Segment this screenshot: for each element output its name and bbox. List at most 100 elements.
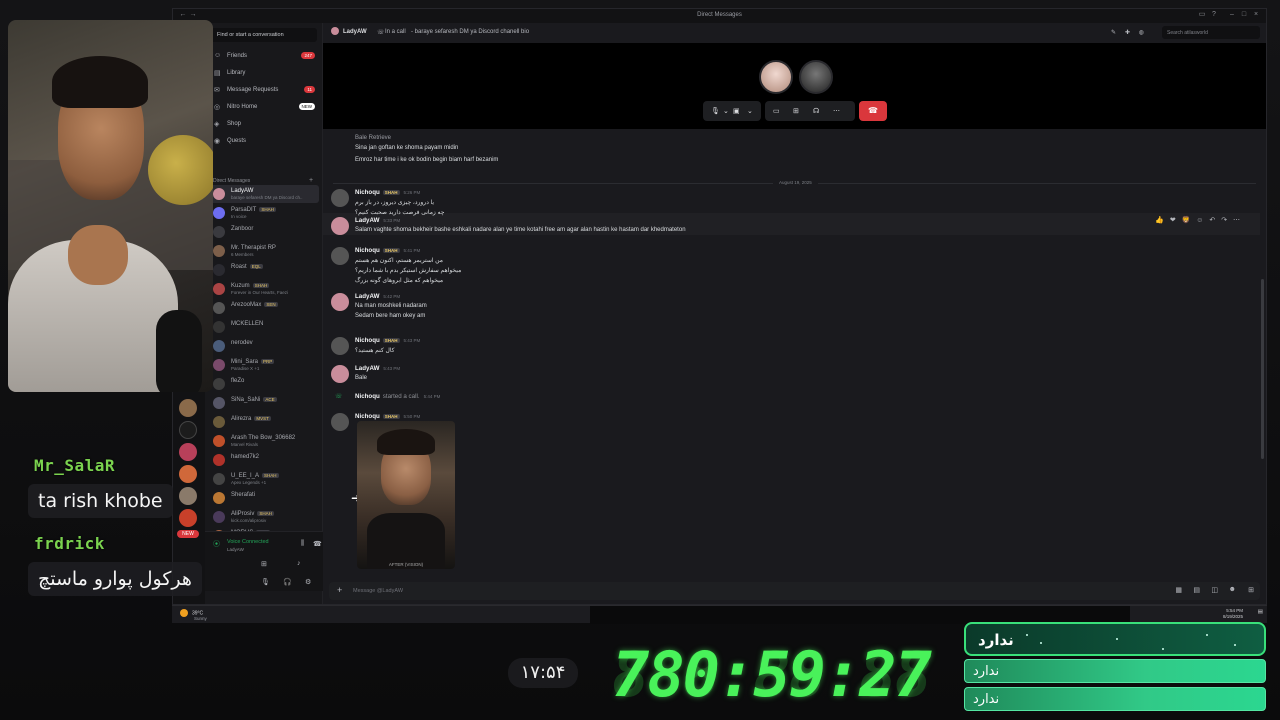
camera-off-icon[interactable]: ▣ bbox=[733, 107, 740, 115]
avatar[interactable] bbox=[331, 217, 349, 235]
mic-icon[interactable]: 🎙 bbox=[261, 578, 270, 586]
hang-up-button[interactable]: ☎ bbox=[859, 101, 887, 121]
server-icon[interactable] bbox=[179, 443, 197, 461]
dm-item[interactable]: Mini_Sara PRP Paradise X +1 bbox=[209, 356, 319, 374]
attachment-caption: AFTER (VISION) bbox=[388, 562, 424, 567]
message-author[interactable]: LadyAW 5:43 PM bbox=[355, 365, 400, 372]
dm-item[interactable]: Zanboor bbox=[209, 223, 319, 241]
dm-item[interactable]: SiNa_SaNi ACE bbox=[209, 394, 319, 412]
scrollbar[interactable] bbox=[1261, 279, 1264, 459]
nav-nitro-home[interactable]: ◎ Nitro Home NEW bbox=[209, 100, 319, 114]
window-title: Direct Messages bbox=[697, 12, 742, 18]
dm-item[interactable]: Roast EQL bbox=[209, 261, 319, 279]
server-icon[interactable] bbox=[179, 487, 197, 505]
chevron-down-icon[interactable]: ⌄ bbox=[747, 107, 753, 115]
avatar[interactable] bbox=[331, 293, 349, 311]
dm-item[interactable]: ParsaDIT SHAH In voice bbox=[209, 204, 319, 222]
screen-share-icon[interactable]: ▭ bbox=[773, 107, 780, 115]
message-composer[interactable]: + Message @LadyAW ▦ ▤ ◫ ☻ ⊞ bbox=[329, 582, 1260, 600]
dm-name-text: Mr. Therapist RP bbox=[231, 245, 276, 251]
dm-item[interactable]: Sherafati bbox=[209, 489, 319, 507]
avatar[interactable] bbox=[331, 413, 349, 431]
inbox-icon[interactable]: ▭ bbox=[1198, 11, 1206, 19]
dm-item[interactable]: LadyAW baraye sefaresh DM ya Discord ch.. bbox=[209, 185, 319, 203]
gif-icon[interactable]: ▤ bbox=[1193, 586, 1200, 594]
maximize-icon[interactable]: □ bbox=[1240, 11, 1248, 19]
dm-item[interactable]: Mr. Therapist RP 6 Members bbox=[209, 242, 319, 260]
avatar[interactable] bbox=[331, 247, 349, 265]
guild-tag: SHAH bbox=[382, 414, 400, 419]
disconnect-icon[interactable]: ☎ bbox=[313, 540, 322, 548]
dm-name: Sherafati bbox=[231, 492, 255, 498]
avatar[interactable] bbox=[331, 189, 349, 207]
dm-item[interactable]: U_EE_I_A SHAH Apex Legends +1 bbox=[209, 470, 319, 488]
avatar[interactable] bbox=[331, 365, 349, 383]
server-icon[interactable] bbox=[179, 509, 197, 527]
dm-item[interactable]: fleZo bbox=[209, 375, 319, 393]
chevron-down-icon[interactable]: ⌄ bbox=[723, 107, 729, 115]
server-icon[interactable] bbox=[179, 465, 197, 483]
message-author[interactable]: Nichoqu SHAH 5:43 PM bbox=[355, 337, 420, 344]
apps-icon[interactable]: ⊞ bbox=[1248, 586, 1254, 594]
emoji-icon[interactable]: ☻ bbox=[1229, 586, 1236, 593]
message-author[interactable]: Nichoqu started a call. 5:44 PM bbox=[355, 393, 440, 400]
noise-suppression-icon[interactable]: ⫼ bbox=[301, 540, 304, 548]
nav-shop[interactable]: ◈ Shop bbox=[209, 117, 319, 131]
message-author[interactable]: Nichoqu SHAH 5:50 PM bbox=[355, 413, 420, 420]
header-username[interactable]: LadyAW bbox=[343, 29, 367, 35]
create-dm-icon[interactable]: + bbox=[309, 177, 313, 184]
soundboard-icon[interactable]: ♪ bbox=[297, 560, 301, 567]
more-icon[interactable]: ⋯ bbox=[833, 107, 840, 115]
avatar[interactable] bbox=[331, 337, 349, 355]
server-icon[interactable] bbox=[179, 421, 197, 439]
dm-item[interactable]: Arash The Bow_306682 Marvel Rivals bbox=[209, 432, 319, 450]
settings-gear-icon[interactable]: ⚙ bbox=[305, 578, 311, 586]
mic-icon[interactable]: 🎙 bbox=[711, 107, 720, 115]
dm-name: AliProsiv SHAH bbox=[231, 511, 274, 517]
dm-item[interactable]: AliProsiv SHAH kick.com/aliprosiv bbox=[209, 508, 319, 526]
soundboard-icon[interactable]: ☊ bbox=[813, 107, 819, 115]
nav-label: Friends bbox=[227, 53, 248, 59]
search-input[interactable]: Search atilasworld bbox=[1162, 26, 1260, 39]
activities-icon[interactable]: ⊞ bbox=[261, 560, 267, 568]
activities-icon[interactable]: ⊞ bbox=[793, 107, 799, 115]
message-author[interactable]: LadyAW 5:42 PM bbox=[355, 293, 400, 300]
image-attachment[interactable]: AFTER (VISION) bbox=[357, 421, 455, 569]
photo-body bbox=[367, 513, 445, 569]
message-author[interactable]: LadyAW 5:33 PM bbox=[355, 217, 400, 224]
minimize-icon[interactable]: – bbox=[1228, 11, 1236, 19]
caller-avatar[interactable] bbox=[759, 60, 793, 94]
caller-avatar[interactable] bbox=[799, 60, 833, 94]
dm-item[interactable]: nerodev bbox=[209, 337, 319, 355]
dm-item[interactable]: Alirezra MVST bbox=[209, 413, 319, 431]
close-icon[interactable]: × bbox=[1252, 11, 1260, 19]
dm-item[interactable]: hamed7k2 bbox=[209, 451, 319, 469]
dm-item[interactable]: ArezooMax SEN bbox=[209, 299, 319, 317]
voice-channel[interactable]: LadyAW bbox=[227, 547, 244, 552]
system-clock[interactable]: 5:54 PM 8/19/2025 bbox=[1223, 608, 1243, 620]
message-author[interactable]: Nichoqu SHAH 5:26 PM bbox=[355, 189, 420, 196]
help-icon[interactable]: ? bbox=[1210, 11, 1218, 19]
weather-widget[interactable]: 39°C Sunny bbox=[180, 609, 207, 621]
nav-label: Shop bbox=[227, 121, 242, 127]
add-friend-icon[interactable]: ✚ bbox=[1125, 29, 1130, 36]
server-icon[interactable] bbox=[179, 399, 197, 417]
avatar[interactable] bbox=[331, 27, 339, 35]
nav-quests[interactable]: ◉ Quests bbox=[209, 134, 319, 148]
attach-plus-icon[interactable]: + bbox=[337, 585, 342, 595]
voice-panel: ⦿ Voice Connected LadyAW ⫼ ☎ ⊞ ♪ 🎙 🎧 ⚙ bbox=[205, 531, 323, 591]
nav-library[interactable]: ▤ Library bbox=[209, 66, 319, 80]
dm-search-input[interactable]: Find or start a conversation bbox=[211, 28, 317, 42]
notification-icon[interactable]: ▤ bbox=[1258, 609, 1263, 615]
dm-item[interactable]: MCKELLEN bbox=[209, 318, 319, 336]
dm-item[interactable]: Kuzum SHAH Forever in Our Hearts, Faezi bbox=[209, 280, 319, 298]
nav-friends[interactable]: ☺ Friends 247 bbox=[209, 49, 319, 63]
gift-icon[interactable]: ▦ bbox=[1175, 586, 1182, 594]
sticker-icon[interactable]: ◫ bbox=[1211, 586, 1218, 594]
headset-icon[interactable]: 🎧 bbox=[283, 578, 292, 586]
profile-icon[interactable]: ◍ bbox=[1139, 29, 1144, 36]
reaction-toolbar[interactable]: 👍 ❤ 🦁 ☺ ↶ ↷ ⋯ bbox=[1155, 216, 1242, 224]
message-author[interactable]: Nichoqu SHAH 5:41 PM bbox=[355, 247, 420, 254]
pin-icon[interactable]: ✎ bbox=[1111, 29, 1116, 36]
nav-message-requests[interactable]: ✉ Message Requests 11 bbox=[209, 83, 319, 97]
